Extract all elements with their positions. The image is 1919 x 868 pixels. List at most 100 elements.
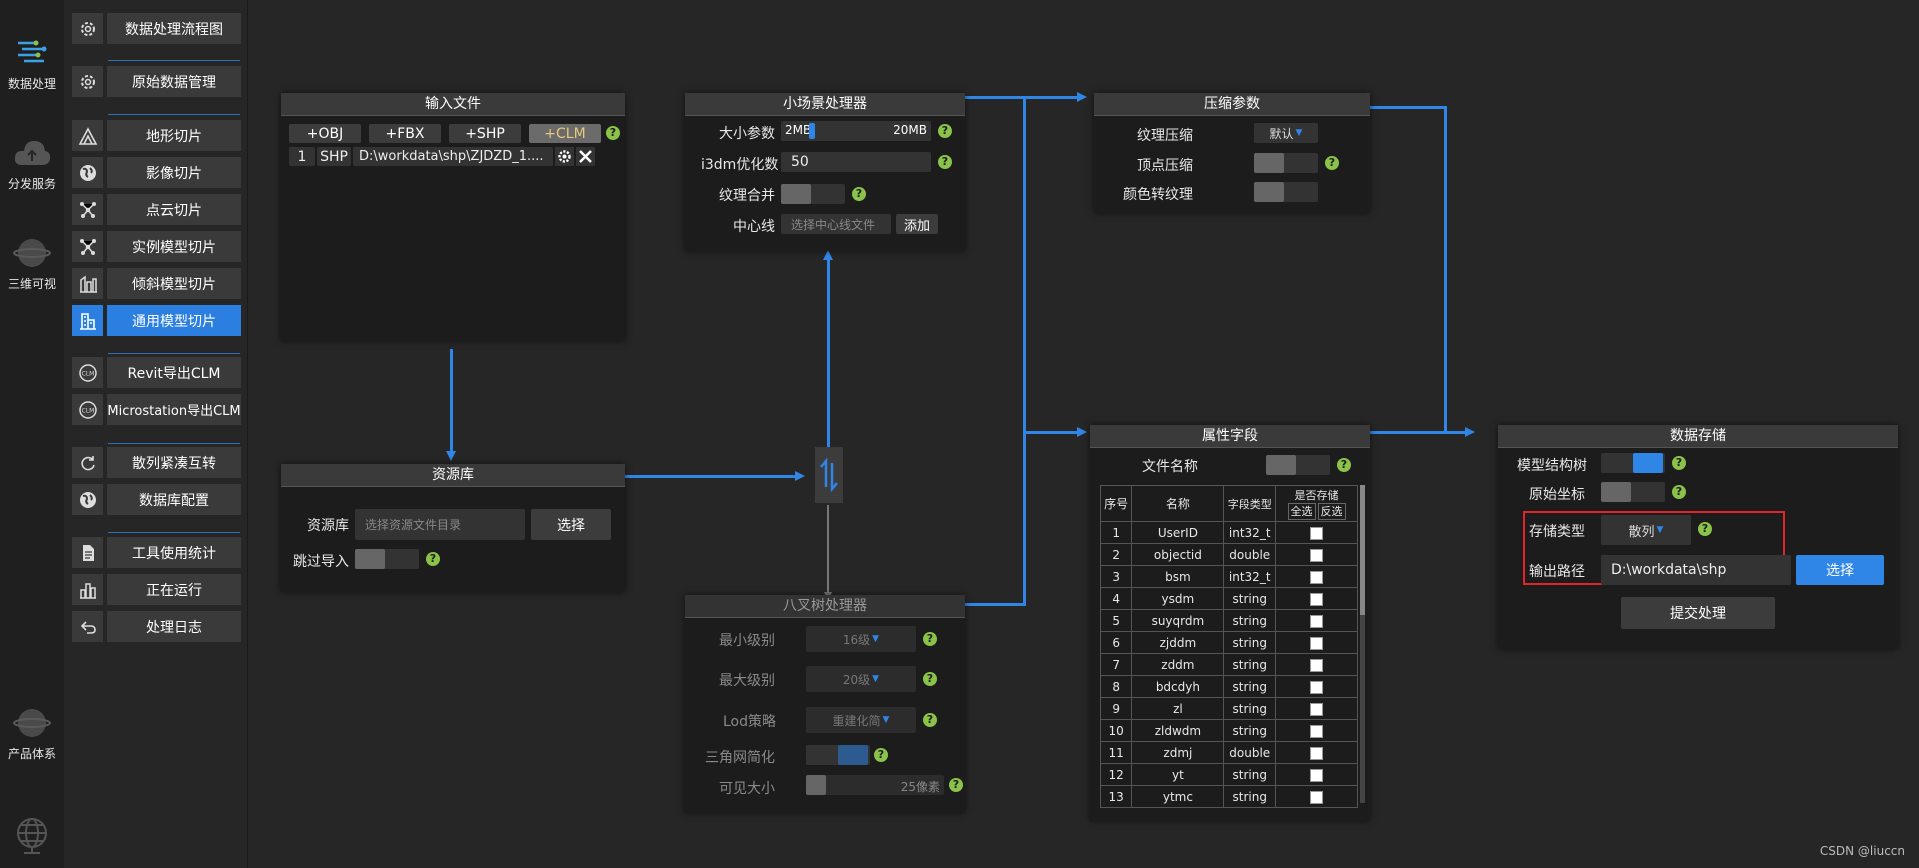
store-checkbox[interactable] bbox=[1310, 702, 1323, 716]
vertex-compress-toggle[interactable] bbox=[1254, 153, 1318, 173]
max-level-select[interactable]: 20级 ▼ bbox=[806, 666, 916, 692]
origin-coord-toggle[interactable] bbox=[1601, 482, 1665, 502]
menu-label[interactable]: Revit导出CLM bbox=[107, 357, 241, 388]
help-icon[interactable]: ? bbox=[923, 632, 937, 646]
add-clm-button[interactable]: +CLM bbox=[529, 124, 601, 143]
help-icon[interactable]: ? bbox=[923, 713, 937, 727]
add-fbx-button[interactable]: +FBX bbox=[369, 124, 441, 143]
mesh-simplify-toggle[interactable] bbox=[806, 745, 870, 765]
col-header-type: 字段类型 bbox=[1223, 485, 1277, 522]
connector bbox=[1369, 106, 1446, 109]
menu-label[interactable]: 影像切片 bbox=[107, 157, 241, 188]
help-icon[interactable]: ? bbox=[949, 778, 963, 792]
help-icon[interactable]: ? bbox=[874, 748, 888, 762]
revit-icon: CLM bbox=[72, 357, 103, 388]
storage-type-select[interactable]: 散列 ▼ bbox=[1601, 515, 1691, 545]
connector bbox=[965, 96, 1079, 99]
store-checkbox[interactable] bbox=[1310, 526, 1323, 540]
store-checkbox[interactable] bbox=[1310, 658, 1323, 672]
resource-panel: 资源库 资源库 选择资源文件目录 选择 跳过导入 ? bbox=[281, 464, 625, 592]
size-slider-handle[interactable] bbox=[808, 123, 815, 139]
texture-compress-select[interactable]: 默认 ▼ bbox=[1254, 123, 1318, 143]
menu-label[interactable]: Microstation导出CLM bbox=[107, 394, 241, 425]
rail-label: 分发服务 bbox=[7, 177, 56, 191]
table-row: 13 ytmc string bbox=[1099, 785, 1358, 808]
watermark: CSDN @liuccn bbox=[1819, 844, 1905, 858]
visible-size-slider[interactable]: 25像素 bbox=[806, 775, 944, 795]
store-checkbox[interactable] bbox=[1310, 592, 1323, 606]
lod-label: Lod策略 bbox=[723, 714, 777, 730]
menu-label[interactable]: 处理日志 bbox=[107, 611, 241, 642]
centerline-input[interactable]: 选择中心线文件 bbox=[781, 214, 891, 234]
menu-label[interactable]: 通用模型切片 bbox=[107, 305, 241, 336]
resource-dir-input[interactable]: 选择资源文件目录 bbox=[355, 509, 525, 540]
cell-type: string bbox=[1223, 653, 1277, 676]
rail-item-3d-visual[interactable]: 三维可视 bbox=[0, 235, 64, 292]
output-path-input[interactable]: D:\workdata\shp bbox=[1601, 555, 1791, 585]
chevron-down-icon: ▼ bbox=[1656, 525, 1664, 535]
skip-import-toggle[interactable] bbox=[355, 549, 419, 569]
store-checkbox[interactable] bbox=[1310, 680, 1323, 694]
menu-label[interactable]: 数据处理流程图 bbox=[107, 13, 241, 44]
help-icon[interactable]: ? bbox=[923, 672, 937, 686]
menu-label[interactable]: 原始数据管理 bbox=[107, 66, 241, 97]
i3dm-input[interactable]: 50 bbox=[781, 152, 931, 172]
connector-arrow bbox=[795, 471, 805, 481]
store-checkbox[interactable] bbox=[1310, 746, 1323, 760]
menu-divider bbox=[108, 114, 240, 115]
store-checkbox[interactable] bbox=[1310, 768, 1323, 782]
help-icon[interactable]: ? bbox=[606, 126, 620, 140]
store-checkbox[interactable] bbox=[1310, 724, 1323, 738]
add-centerline-button[interactable]: 添加 bbox=[896, 214, 938, 234]
help-icon[interactable]: ? bbox=[938, 155, 952, 169]
min-level-select[interactable]: 16级 ▼ bbox=[806, 626, 916, 652]
add-shp-button[interactable]: +SHP bbox=[449, 124, 521, 143]
cell-name: bsm bbox=[1131, 565, 1225, 588]
lod-select[interactable]: 重建化简 ▼ bbox=[806, 707, 916, 733]
menu-label[interactable]: 数据库配置 bbox=[107, 484, 241, 515]
table-scrollbar[interactable] bbox=[1360, 485, 1365, 803]
store-checkbox[interactable] bbox=[1310, 636, 1323, 650]
add-obj-button[interactable]: +OBJ bbox=[289, 124, 361, 143]
model-tree-toggle[interactable] bbox=[1601, 453, 1665, 473]
menu-label[interactable]: 工具使用统计 bbox=[107, 537, 241, 568]
help-icon[interactable]: ? bbox=[1337, 458, 1351, 472]
size-range-slider[interactable]: 2MB 20MB bbox=[781, 121, 931, 141]
texture-merge-toggle[interactable] bbox=[781, 184, 845, 204]
switch-node[interactable] bbox=[815, 447, 843, 503]
menu-label[interactable]: 实例模型切片 bbox=[107, 231, 241, 262]
connector bbox=[1023, 96, 1026, 606]
menu-label[interactable]: 正在运行 bbox=[107, 574, 241, 605]
color-texture-toggle[interactable] bbox=[1254, 182, 1318, 202]
menu-label[interactable]: 倾斜模型切片 bbox=[107, 268, 241, 299]
visible-size-handle[interactable] bbox=[806, 775, 826, 795]
select-all-button[interactable]: 全选 bbox=[1287, 502, 1316, 520]
store-checkbox[interactable] bbox=[1310, 548, 1323, 562]
cell-name: zdmj bbox=[1131, 741, 1225, 764]
store-checkbox[interactable] bbox=[1310, 614, 1323, 628]
cell-name: zl bbox=[1131, 697, 1225, 720]
rail-item-distribution[interactable]: 分发服务 bbox=[0, 135, 64, 192]
invert-selection-button[interactable]: 反选 bbox=[1317, 502, 1346, 520]
menu-label[interactable]: 散列紧凑互转 bbox=[107, 447, 241, 478]
resource-select-button[interactable]: 选择 bbox=[531, 509, 611, 540]
submit-button[interactable]: 提交处理 bbox=[1621, 597, 1775, 629]
help-icon[interactable]: ? bbox=[938, 124, 952, 138]
rail-item-data-processing[interactable]: 数据处理 bbox=[0, 35, 64, 92]
globe-network-icon[interactable] bbox=[12, 815, 52, 855]
store-checkbox[interactable] bbox=[1310, 790, 1323, 804]
help-icon[interactable]: ? bbox=[1698, 522, 1712, 536]
rail-item-products[interactable]: 产品体系 bbox=[0, 705, 64, 762]
remove-file-icon[interactable] bbox=[576, 147, 595, 166]
filename-toggle[interactable] bbox=[1266, 455, 1330, 475]
output-select-button[interactable]: 选择 bbox=[1796, 555, 1884, 585]
file-settings-icon[interactable] bbox=[555, 147, 574, 166]
help-icon[interactable]: ? bbox=[1672, 456, 1686, 470]
help-icon[interactable]: ? bbox=[426, 552, 440, 566]
help-icon[interactable]: ? bbox=[1325, 156, 1339, 170]
store-checkbox[interactable] bbox=[1310, 570, 1323, 584]
menu-label[interactable]: 点云切片 bbox=[107, 194, 241, 225]
help-icon[interactable]: ? bbox=[1672, 485, 1686, 499]
help-icon[interactable]: ? bbox=[852, 187, 866, 201]
menu-label[interactable]: 地形切片 bbox=[107, 120, 241, 151]
